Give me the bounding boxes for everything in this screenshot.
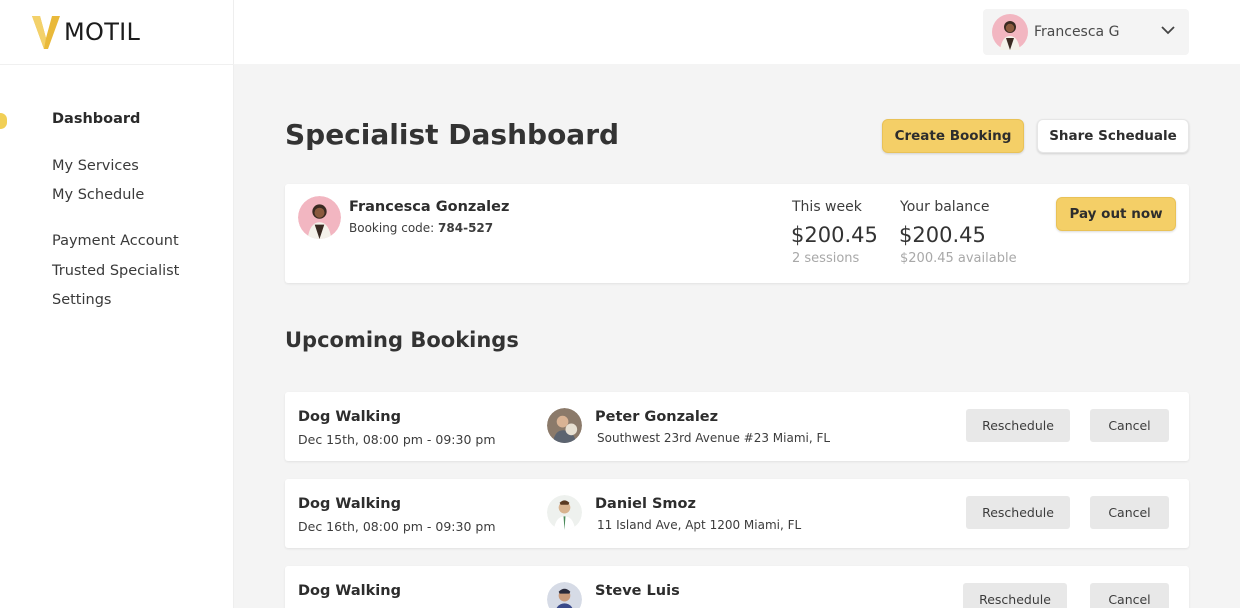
logo[interactable]: MOTIL <box>32 14 140 50</box>
create-booking-button[interactable]: Create Booking <box>882 119 1024 153</box>
booking-service: Dog Walking <box>298 496 401 512</box>
this-week-label: This week <box>792 199 862 215</box>
divider <box>0 64 234 65</box>
user-avatar <box>992 14 1028 50</box>
page-title: Specialist Dashboard <box>285 118 620 151</box>
profile-avatar <box>298 196 341 239</box>
client-address: Southwest 23rd Avenue #23 Miami, FL <box>597 431 831 445</box>
reschedule-button[interactable]: Reschedule <box>966 496 1070 529</box>
sidebar-item-my-services[interactable]: My Services <box>52 158 139 174</box>
profile-name: Francesca Gonzalez <box>349 199 510 215</box>
pay-out-button[interactable]: Pay out now <box>1056 197 1176 231</box>
user-name: Francesca G <box>1034 24 1120 40</box>
balance-label: Your balance <box>900 199 990 215</box>
reschedule-button[interactable]: Reschedule <box>966 409 1070 442</box>
sidebar-item-my-schedule[interactable]: My Schedule <box>52 187 144 203</box>
booking-service: Dog Walking <box>298 583 401 599</box>
booking-code-label: Booking code: <box>349 221 435 235</box>
user-menu[interactable]: Francesca G <box>983 9 1189 55</box>
sidebar-item-trusted-specialist[interactable]: Trusted Specialist <box>52 263 179 279</box>
logo-v-icon <box>32 16 60 49</box>
booking-code: Booking code: 784-527 <box>349 221 493 235</box>
booking-service: Dog Walking <box>298 409 401 425</box>
upcoming-bookings-title: Upcoming Bookings <box>285 328 519 352</box>
booking-time: Dec 15th, 08:00 pm - 09:30 pm <box>298 432 496 447</box>
client-name: Peter Gonzalez <box>595 409 719 425</box>
client-avatar <box>547 408 582 443</box>
sidebar-item-settings[interactable]: Settings <box>52 292 111 308</box>
cancel-button[interactable]: Cancel <box>1090 496 1169 529</box>
this-week-amount: $200.45 <box>791 223 878 247</box>
client-address: 11 Island Ave, Apt 1200 Miami, FL <box>597 518 802 532</box>
cancel-button[interactable]: Cancel <box>1090 409 1169 442</box>
client-name: Steve Luis <box>595 583 680 599</box>
client-name: Daniel Smoz <box>595 496 696 512</box>
balance-amount: $200.45 <box>899 223 986 247</box>
reschedule-button[interactable]: Reschedule <box>963 583 1067 608</box>
chevron-down-icon[interactable] <box>1161 25 1175 35</box>
client-avatar <box>547 495 582 530</box>
booking-time: Dec 16th, 08:00 pm - 09:30 pm <box>298 519 496 534</box>
balance-available: $200.45 available <box>900 251 1017 266</box>
this-week-sessions: 2 sessions <box>792 251 860 266</box>
booking-code-value: 784-527 <box>438 221 494 235</box>
sidebar: MOTIL <box>0 0 234 608</box>
cancel-button[interactable]: Cancel <box>1090 583 1169 608</box>
sidebar-item-payment-account[interactable]: Payment Account <box>52 233 179 249</box>
logo-text: MOTIL <box>64 18 141 46</box>
share-schedule-button[interactable]: Share Scheduale <box>1037 119 1189 153</box>
sidebar-item-dashboard[interactable]: Dashboard <box>52 111 140 127</box>
